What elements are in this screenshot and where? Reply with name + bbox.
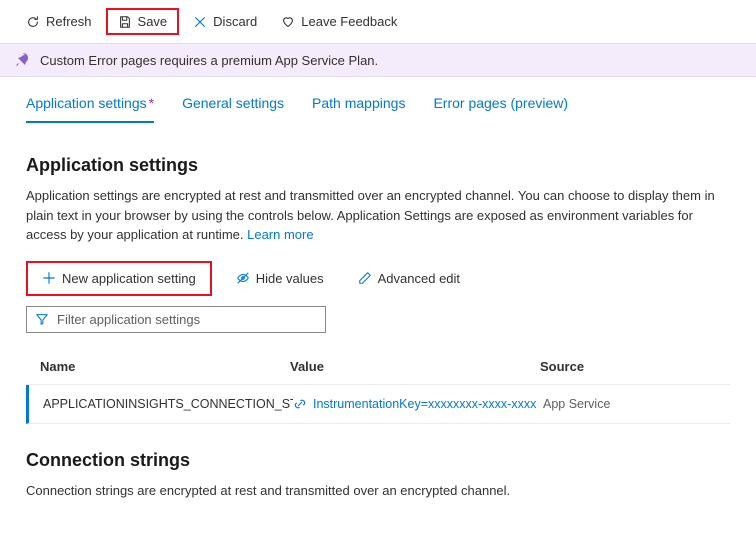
- info-banner: Custom Error pages requires a premium Ap…: [0, 43, 756, 77]
- dirty-indicator: *: [149, 95, 154, 111]
- refresh-button[interactable]: Refresh: [16, 10, 102, 33]
- link-icon: [293, 397, 307, 411]
- heart-icon: [281, 15, 295, 29]
- refresh-icon: [26, 15, 40, 29]
- setting-source: App Service: [543, 397, 716, 411]
- actions-row: New application setting Hide values Adva…: [26, 261, 730, 296]
- banner-text: Custom Error pages requires a premium Ap…: [40, 53, 378, 68]
- connstrings-title: Connection strings: [26, 450, 730, 471]
- save-button[interactable]: Save: [106, 8, 180, 35]
- feedback-button[interactable]: Leave Feedback: [271, 10, 407, 33]
- save-icon: [118, 15, 132, 29]
- tab-application-settings[interactable]: Application settings*: [26, 95, 154, 123]
- desc-text: Application settings are encrypted at re…: [26, 188, 715, 242]
- pencil-icon: [358, 271, 372, 285]
- col-head-name: Name: [40, 359, 290, 374]
- discard-button[interactable]: Discard: [183, 10, 267, 33]
- setting-name: APPLICATIONINSIGHTS_CONNECTION_STRING: [43, 397, 293, 411]
- hide-values-label: Hide values: [256, 271, 324, 286]
- refresh-label: Refresh: [46, 14, 92, 29]
- content-area: Application settings Application setting…: [0, 123, 756, 536]
- tab-general-settings[interactable]: General settings: [182, 95, 284, 123]
- plus-icon: [42, 271, 56, 285]
- new-application-setting-button[interactable]: New application setting: [26, 261, 212, 296]
- new-setting-label: New application setting: [62, 271, 196, 286]
- advanced-edit-label: Advanced edit: [378, 271, 460, 286]
- learn-more-link[interactable]: Learn more: [247, 227, 313, 242]
- connstrings-desc: Connection strings are encrypted at rest…: [26, 481, 730, 501]
- tab-label: Application settings: [26, 95, 147, 111]
- tab-error-pages[interactable]: Error pages (preview): [433, 95, 568, 123]
- hide-values-button[interactable]: Hide values: [226, 265, 334, 292]
- col-head-value: Value: [290, 359, 540, 374]
- advanced-edit-button[interactable]: Advanced edit: [348, 265, 470, 292]
- table-header: Name Value Source: [26, 353, 730, 385]
- filter-input[interactable]: [57, 312, 317, 327]
- eye-off-icon: [236, 271, 250, 285]
- tab-path-mappings[interactable]: Path mappings: [312, 95, 405, 123]
- setting-value-text: InstrumentationKey=xxxxxxxx-xxxx-xxxx: [313, 397, 536, 411]
- feedback-label: Leave Feedback: [301, 14, 397, 29]
- table-row[interactable]: APPLICATIONINSIGHTS_CONNECTION_STRING In…: [26, 385, 730, 424]
- setting-value[interactable]: InstrumentationKey=xxxxxxxx-xxxx-xxxx: [293, 397, 543, 411]
- rocket-icon: [14, 52, 30, 68]
- filter-box[interactable]: [26, 306, 326, 333]
- tab-bar: Application settings* General settings P…: [0, 77, 756, 123]
- discard-label: Discard: [213, 14, 257, 29]
- command-bar: Refresh Save Discard Leave Feedback: [0, 0, 756, 43]
- appsettings-title: Application settings: [26, 155, 730, 176]
- filter-icon: [35, 312, 49, 326]
- col-head-source: Source: [540, 359, 716, 374]
- save-label: Save: [138, 14, 168, 29]
- close-icon: [193, 15, 207, 29]
- appsettings-desc: Application settings are encrypted at re…: [26, 186, 730, 245]
